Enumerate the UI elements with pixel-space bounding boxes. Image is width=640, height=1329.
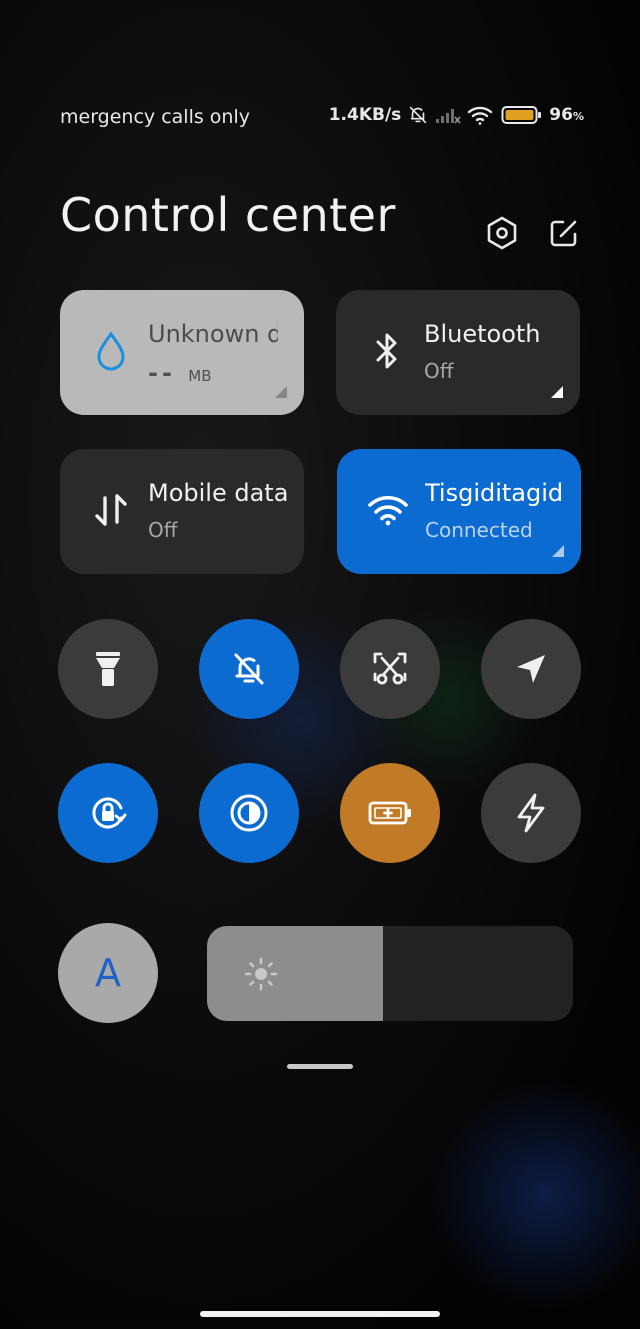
edit-icon: [550, 220, 577, 247]
settings-hex-icon: [487, 216, 517, 250]
flashlight-toggle[interactable]: [58, 619, 158, 719]
location-arrow-icon: [517, 655, 545, 683]
edit-button[interactable]: [544, 213, 584, 253]
water-drop-icon: [88, 328, 134, 374]
drawer-handle[interactable]: [287, 1064, 353, 1069]
auto-font-toggle[interactable]: A: [58, 923, 158, 1023]
data-usage-unit: MB: [188, 367, 212, 385]
tile-expand-corner: [552, 545, 564, 557]
silent-toggle[interactable]: [199, 619, 299, 719]
tile-expand-corner: [275, 386, 287, 398]
page-title: Control center: [60, 188, 396, 242]
mobile-data-arrows-icon: [88, 487, 134, 533]
settings-button[interactable]: [482, 213, 522, 253]
wifi-status-icon: [467, 104, 495, 126]
flashlight-icon: [96, 652, 120, 686]
reading-mode-icon: [230, 794, 268, 832]
data-usage-title: Unknown data plan: [148, 320, 278, 348]
data-usage-amount: --: [148, 359, 176, 387]
sun-icon: [244, 957, 278, 991]
screenshot-toggle[interactable]: [340, 619, 440, 719]
bluetooth-icon: [364, 328, 410, 374]
battery-icon: [501, 104, 543, 126]
wifi-network-name: Tisgiditagid: [425, 479, 564, 507]
battery-saver-toggle[interactable]: [340, 763, 440, 863]
battery-percent-unit: %: [572, 110, 584, 123]
battery-saver-icon: [368, 801, 411, 825]
brightness-fill: [207, 926, 383, 1021]
bluetooth-title: Bluetooth: [424, 320, 541, 348]
no-signal-icon: [435, 105, 461, 125]
rotation-lock-toggle[interactable]: [58, 763, 158, 863]
control-center-screen: mergency calls only 1.4KB/s 96% Control …: [0, 0, 640, 1329]
bell-off-icon: [234, 653, 264, 685]
mobile-data-tile[interactable]: Mobile data Off: [60, 449, 304, 574]
status-icons: 1.4KB/s 96%: [329, 104, 584, 126]
reading-mode-toggle[interactable]: [199, 763, 299, 863]
lightning-icon: [517, 793, 545, 833]
data-usage-value: -- MB: [148, 359, 288, 389]
network-speed: 1.4KB/s: [328, 105, 402, 125]
brightness-slider[interactable]: [207, 926, 573, 1021]
mobile-data-title: Mobile data: [148, 479, 288, 507]
ultra-battery-toggle[interactable]: [481, 763, 581, 863]
wifi-status: Connected: [425, 518, 533, 542]
carrier-status: mergency calls only: [60, 106, 250, 128]
bluetooth-tile[interactable]: Bluetooth Off: [336, 290, 580, 415]
rotation-lock-icon: [92, 797, 127, 829]
mobile-data-status: Off: [148, 518, 178, 542]
silent-icon: [407, 104, 429, 126]
scissors-screenshot-icon: [373, 652, 407, 685]
tile-expand-corner: [551, 386, 563, 398]
bluetooth-status: Off: [424, 359, 454, 383]
wifi-tile[interactable]: Tisgiditagid Connected: [337, 449, 581, 574]
home-indicator[interactable]: [200, 1311, 440, 1317]
data-usage-tile[interactable]: Unknown data plan -- MB: [60, 290, 304, 415]
wifi-icon: [365, 487, 411, 533]
battery-percent: 96%: [549, 105, 584, 125]
font-a-label: A: [95, 951, 121, 995]
battery-percent-value: 96: [549, 105, 573, 125]
location-toggle[interactable]: [481, 619, 581, 719]
